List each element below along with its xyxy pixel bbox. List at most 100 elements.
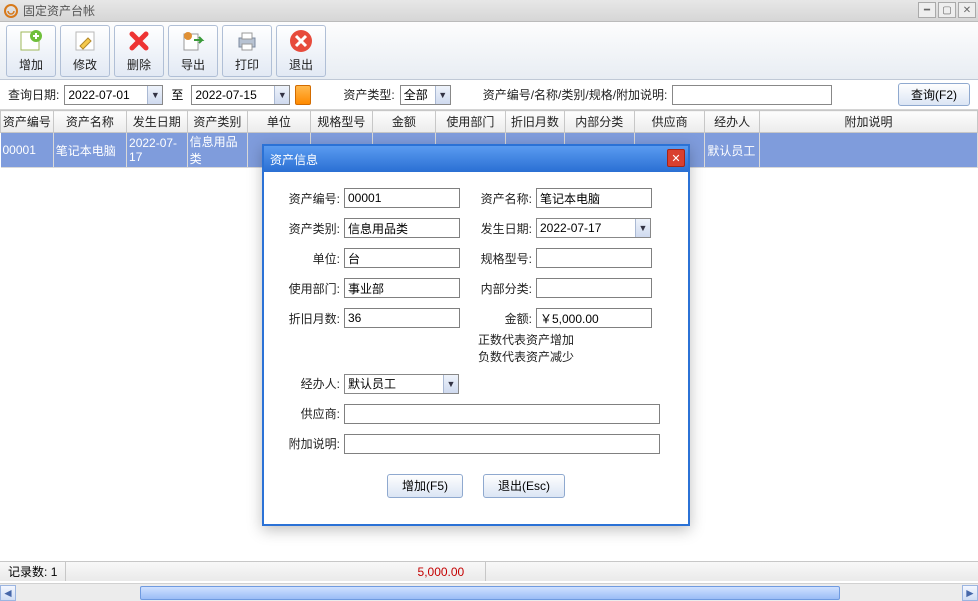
edit-button[interactable]: 修改 bbox=[60, 25, 110, 77]
category-input[interactable] bbox=[344, 218, 460, 238]
col-header[interactable]: 金额 bbox=[373, 111, 436, 133]
amount-note-line2: 负数代表资产减少 bbox=[478, 349, 674, 366]
record-count-cell: 记录数: 1 bbox=[0, 562, 66, 581]
titlebar: 固定资产台帐 ━ ▢ ✕ bbox=[0, 0, 978, 22]
dialog-add-button[interactable]: 增加(F5) bbox=[387, 474, 463, 498]
dialog-titlebar[interactable]: 资产信息 ✕ bbox=[264, 146, 688, 172]
date-from-dropdown[interactable]: ▼ bbox=[64, 85, 163, 105]
print-icon bbox=[234, 28, 260, 54]
dep-month-label: 折旧月数: bbox=[278, 310, 340, 327]
exit-button[interactable]: 退出 bbox=[276, 25, 326, 77]
date-to-input[interactable] bbox=[192, 86, 274, 104]
query-button[interactable]: 查询(F2) bbox=[898, 83, 970, 106]
col-header[interactable]: 资产类别 bbox=[187, 111, 248, 133]
delete-button[interactable]: 删除 bbox=[114, 25, 164, 77]
col-header[interactable]: 资产编号 bbox=[1, 111, 54, 133]
export-button[interactable]: 导出 bbox=[168, 25, 218, 77]
horizontal-scrollbar[interactable]: ◄ ► bbox=[0, 583, 978, 601]
add-button[interactable]: 增加 bbox=[6, 25, 56, 77]
delete-icon bbox=[126, 28, 152, 54]
amount-note: 正数代表资产增加 负数代表资产减少 bbox=[478, 332, 674, 366]
minimize-button[interactable]: ━ bbox=[918, 2, 936, 18]
amount-input[interactable] bbox=[536, 308, 652, 328]
type-value[interactable] bbox=[401, 86, 435, 104]
maximize-button[interactable]: ▢ bbox=[938, 2, 956, 18]
subcat-label: 内部分类: bbox=[470, 280, 532, 297]
chevron-down-icon: ▼ bbox=[274, 86, 289, 104]
occur-date-picker[interactable]: ▼ bbox=[536, 218, 651, 238]
asset-no-input[interactable] bbox=[344, 188, 460, 208]
dep-month-input[interactable] bbox=[344, 308, 460, 328]
date-preset-button[interactable] bbox=[295, 85, 311, 105]
print-button[interactable]: 打印 bbox=[222, 25, 272, 77]
supplier-label: 供应商: bbox=[278, 405, 340, 422]
unit-label: 单位: bbox=[278, 250, 340, 267]
dialog-close-button[interactable]: ✕ bbox=[667, 149, 685, 167]
main-toolbar: 增加 修改 删除 导出 打印 退出 bbox=[0, 22, 978, 80]
col-header[interactable]: 规格型号 bbox=[310, 111, 373, 133]
supplier-input[interactable] bbox=[344, 404, 660, 424]
cell: 信息用品类 bbox=[187, 133, 248, 168]
scroll-right-arrow-icon[interactable]: ► bbox=[962, 585, 978, 601]
chevron-down-icon: ▼ bbox=[435, 86, 450, 104]
add-icon bbox=[18, 28, 44, 54]
print-label: 打印 bbox=[235, 56, 259, 73]
col-header[interactable]: 发生日期 bbox=[127, 111, 188, 133]
remark-input[interactable] bbox=[344, 434, 660, 454]
cell: 00001 bbox=[1, 133, 54, 168]
col-header[interactable]: 经办人 bbox=[705, 111, 760, 133]
type-dropdown[interactable]: ▼ bbox=[400, 85, 451, 105]
scroll-thumb[interactable] bbox=[140, 586, 840, 600]
col-header[interactable]: 单位 bbox=[248, 111, 311, 133]
subcat-input[interactable] bbox=[536, 278, 652, 298]
date-from-input[interactable] bbox=[65, 86, 147, 104]
occur-date-input[interactable] bbox=[537, 219, 635, 237]
date-to-dropdown[interactable]: ▼ bbox=[191, 85, 290, 105]
add-label: 增加 bbox=[19, 56, 43, 73]
close-window-button[interactable]: ✕ bbox=[958, 2, 976, 18]
unit-input[interactable] bbox=[344, 248, 460, 268]
remark-label: 附加说明: bbox=[278, 435, 340, 452]
export-label: 导出 bbox=[181, 56, 205, 73]
cell bbox=[760, 133, 978, 168]
type-label: 资产类型: bbox=[343, 86, 394, 103]
asset-name-input[interactable] bbox=[536, 188, 652, 208]
status-bar: 记录数: 1 5,000.00 bbox=[0, 561, 978, 581]
to-label: 至 bbox=[171, 86, 183, 103]
asset-no-label: 资产编号: bbox=[278, 190, 340, 207]
exit-icon bbox=[288, 28, 314, 54]
asset-name-label: 资产名称: bbox=[470, 190, 532, 207]
handler-dropdown[interactable]: ▼ bbox=[344, 374, 459, 394]
asset-info-dialog: 资产信息 ✕ 资产编号: 资产名称: 资产类别: 发生日期:▼ 单位: 规格型号… bbox=[262, 144, 690, 526]
date-label: 查询日期: bbox=[8, 86, 59, 103]
search-label: 资产编号/名称/类别/规格/附加说明: bbox=[483, 86, 668, 103]
cell: 2022-07-17 bbox=[127, 133, 188, 168]
cell: 默认员工 bbox=[705, 133, 760, 168]
window-title: 固定资产台帐 bbox=[23, 2, 95, 19]
col-header[interactable]: 使用部门 bbox=[435, 111, 505, 133]
handler-input[interactable] bbox=[345, 375, 443, 393]
edit-icon bbox=[72, 28, 98, 54]
edit-label: 修改 bbox=[73, 56, 97, 73]
spec-input[interactable] bbox=[536, 248, 652, 268]
window-controls: ━ ▢ ✕ bbox=[918, 2, 976, 18]
spec-label: 规格型号: bbox=[470, 250, 532, 267]
col-header[interactable]: 内部分类 bbox=[564, 111, 634, 133]
total-amount: 5,000.00 bbox=[396, 562, 486, 581]
amount-note-line1: 正数代表资产增加 bbox=[478, 332, 674, 349]
export-icon bbox=[180, 28, 206, 54]
col-header[interactable]: 附加说明 bbox=[760, 111, 978, 133]
dialog-exit-button[interactable]: 退出(Esc) bbox=[483, 474, 565, 498]
dept-input[interactable] bbox=[344, 278, 460, 298]
amount-label: 金额: bbox=[470, 310, 532, 327]
app-icon bbox=[4, 4, 18, 18]
col-header[interactable]: 供应商 bbox=[634, 111, 704, 133]
search-input[interactable] bbox=[672, 85, 832, 105]
col-header[interactable]: 资产名称 bbox=[53, 111, 126, 133]
grid-header-row: 资产编号 资产名称 发生日期 资产类别 单位 规格型号 金额 使用部门 折旧月数… bbox=[1, 111, 978, 133]
handler-label: 经办人: bbox=[278, 375, 340, 392]
category-label: 资产类别: bbox=[278, 220, 340, 237]
chevron-down-icon: ▼ bbox=[443, 375, 458, 393]
scroll-left-arrow-icon[interactable]: ◄ bbox=[0, 585, 16, 601]
col-header[interactable]: 折旧月数 bbox=[506, 111, 565, 133]
